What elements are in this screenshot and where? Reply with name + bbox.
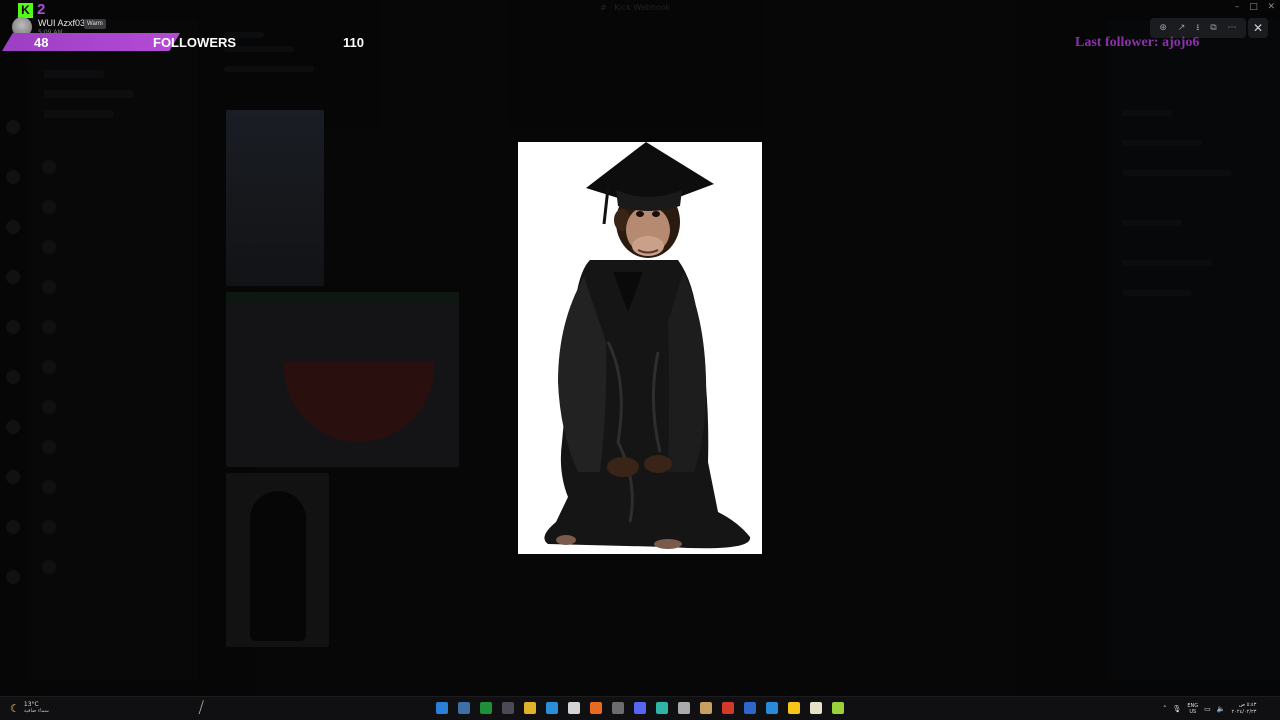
kick-logo-icon: K — [18, 3, 33, 18]
edge-icon[interactable] — [546, 702, 558, 714]
window-controls: – □ ✕ — [1230, 2, 1280, 14]
chimp-graduation-image[interactable] — [518, 142, 762, 554]
channel-item[interactable] — [44, 70, 104, 78]
server-icon[interactable] — [6, 220, 20, 234]
brave-icon[interactable] — [722, 702, 734, 714]
chimp-graduate-illustration — [518, 142, 762, 554]
app-icon[interactable] — [678, 702, 690, 714]
avatar[interactable] — [42, 400, 56, 414]
app-icon[interactable] — [744, 702, 756, 714]
weather-desc: سماء صافية — [23, 708, 49, 714]
maximize-icon[interactable]: □ — [1249, 2, 1258, 14]
file-explorer-icon[interactable] — [524, 702, 536, 714]
avatar[interactable] — [42, 240, 56, 254]
avatar[interactable] — [42, 280, 56, 294]
clock[interactable]: ٥:٤٣ ص ٢٠٢٤/٠٢/٢٣ — [1232, 702, 1257, 716]
member-list — [1108, 20, 1280, 680]
window-title: # · Kick Webhook — [600, 3, 671, 12]
app-icon[interactable] — [612, 702, 624, 714]
server-icon[interactable] — [6, 320, 20, 334]
server-icon[interactable] — [6, 470, 20, 484]
followers-goal: 110 — [343, 35, 364, 50]
weather-temp: 13°C — [23, 701, 39, 708]
minimize-icon[interactable]: – — [1235, 2, 1240, 14]
volume-icon[interactable]: 🔈 — [1217, 705, 1226, 713]
server-icon[interactable] — [6, 370, 20, 384]
chat-image-thumbnail[interactable] — [226, 473, 329, 647]
avatar[interactable] — [42, 160, 56, 174]
channel-list — [28, 20, 198, 680]
last-follower-text: Last follower: ajojo6 — [1075, 35, 1200, 50]
close-viewer-button[interactable]: ✕ — [1248, 18, 1268, 38]
server-rail — [0, 20, 26, 650]
microphone-icon[interactable]: 🎙 — [1173, 705, 1182, 713]
open-external-icon[interactable]: ⧉ — [1210, 23, 1216, 33]
server-icon[interactable] — [6, 420, 20, 434]
avatar[interactable] — [42, 480, 56, 494]
network-icon[interactable]: ▭ — [1204, 705, 1211, 713]
app-icon[interactable] — [810, 702, 822, 714]
chat-image-thumbnail[interactable] — [226, 110, 324, 286]
chevron-up-icon[interactable]: ˄ — [1163, 705, 1167, 713]
share-icon[interactable]: ↗ — [1178, 23, 1186, 33]
server-icon[interactable] — [6, 570, 20, 584]
server-icon[interactable] — [6, 170, 20, 184]
chat-image-thumbnail[interactable] — [226, 292, 459, 467]
language-indicator[interactable]: ENG US — [1187, 703, 1198, 715]
server-icon[interactable] — [6, 270, 20, 284]
start-icon[interactable] — [436, 702, 448, 714]
store-icon[interactable] — [568, 702, 580, 714]
user-name: WUI Azxf03 — [38, 18, 86, 28]
app-icon[interactable] — [700, 702, 712, 714]
app-icon[interactable] — [832, 702, 844, 714]
avatar[interactable] — [42, 560, 56, 574]
more-icon[interactable]: ⋯ — [1228, 23, 1237, 33]
download-icon[interactable]: ⭳ — [1196, 23, 1199, 33]
weather-widget[interactable]: ☾ 13°C سماء صافية — [10, 701, 49, 715]
followers-label: FOLLOWERS — [153, 35, 237, 50]
zoom-icon[interactable]: ⊕ — [1159, 23, 1167, 33]
taskbar: ☾ 13°C سماء صافية ˄ 🎙 ENG US ▭ 🔈 ٥:٤٣ ص … — [0, 696, 1280, 720]
app-icon[interactable] — [656, 702, 668, 714]
system-tray: ˄ 🎙 ENG US ▭ 🔈 ٥:٤٣ ص ٢٠٢٤/٠٢/٢٣ — [1163, 701, 1256, 717]
task-view-icon[interactable] — [458, 702, 470, 714]
kick-count: 2 — [37, 1, 46, 18]
window-close-icon[interactable]: ✕ — [1268, 2, 1276, 14]
followers-count: 48 — [34, 35, 49, 50]
server-icon[interactable] — [6, 520, 20, 534]
avatar[interactable] — [42, 360, 56, 374]
channel-item[interactable] — [44, 90, 134, 98]
channel-item[interactable] — [44, 110, 114, 118]
avatar[interactable] — [42, 320, 56, 334]
firefox-icon[interactable] — [590, 702, 602, 714]
user-badge: Warm — [84, 19, 106, 29]
xbox-icon[interactable] — [480, 702, 492, 714]
app-icon[interactable] — [788, 702, 800, 714]
moon-icon: ☾ — [10, 701, 20, 715]
avatar[interactable] — [42, 520, 56, 534]
avatar[interactable] — [42, 440, 56, 454]
server-icon[interactable] — [6, 120, 20, 134]
app-icon[interactable] — [502, 702, 514, 714]
avatar[interactable] — [42, 200, 56, 214]
discord-icon[interactable] — [634, 702, 646, 714]
vscode-icon[interactable] — [766, 702, 778, 714]
